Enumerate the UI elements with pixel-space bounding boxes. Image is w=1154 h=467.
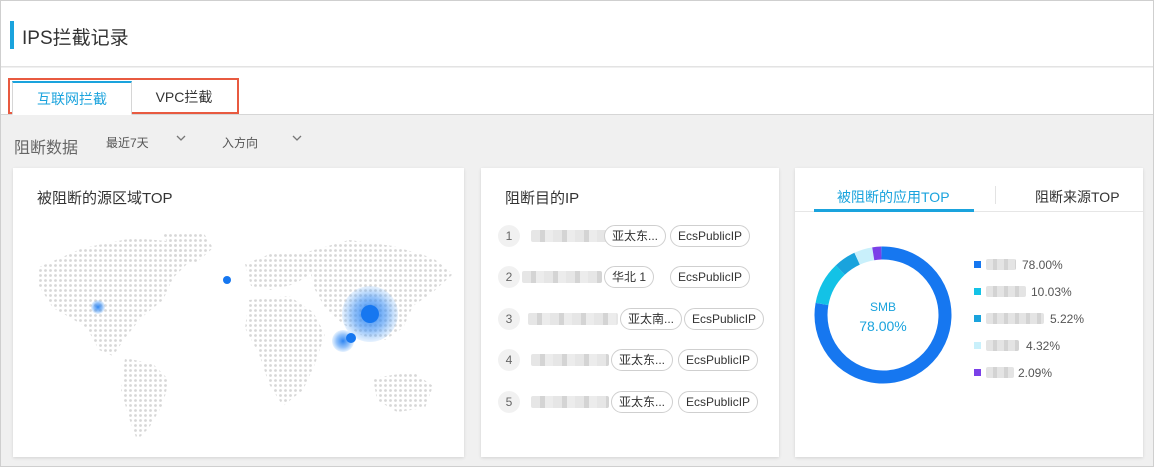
page-title: IPS拦截记录 <box>22 28 129 49</box>
continent-africa <box>245 296 325 406</box>
legend-percent: 5.22% <box>1050 312 1085 326</box>
donut-slice[interactable] <box>815 265 845 306</box>
tab-strip: 互联网拦截 VPC拦截 <box>1 68 1153 115</box>
type-tag: EcsPublicIP <box>670 225 751 247</box>
legend-percent: 2.09% <box>1018 366 1053 380</box>
legend-percent: 4.32% <box>1026 339 1061 353</box>
legend-percent: 78.00% <box>1022 258 1063 272</box>
dest-ip-card: 阻断目的IP 1 亚太东... EcsPublicIP 2 华北 1 EcsPu… <box>481 168 779 457</box>
continent-south-america <box>121 358 169 440</box>
continent-europe <box>245 252 313 290</box>
legend-swatch <box>974 288 981 295</box>
redacted-ip <box>522 271 602 283</box>
redacted-ip <box>528 313 618 325</box>
hotspot-north-america <box>91 300 105 314</box>
donut-center-name: SMB <box>869 300 896 314</box>
redacted-app-name <box>986 259 1016 270</box>
donut-slice[interactable] <box>835 252 861 275</box>
blocked-app-card: 被阻断的应用TOP 阻断来源TOP SMB 78.00% 78.00% 10.0… <box>795 168 1143 457</box>
direction-dropdown[interactable]: 入方向 <box>222 134 302 151</box>
hotspot-southeast-asia-core <box>346 333 356 343</box>
app-frame: IPS拦截记录 互联网拦截 VPC拦截 阻断数据 最近7天 入方向 被阻断的源区… <box>0 0 1154 467</box>
tab-internet-block[interactable]: 互联网拦截 <box>12 81 132 115</box>
type-tag: EcsPublicIP <box>684 308 765 330</box>
active-tab-underline <box>814 209 974 212</box>
redacted-app-name <box>986 286 1026 297</box>
legend-percent: 10.03% <box>1031 285 1072 299</box>
filter-bar: 阻断数据 最近7天 入方向 <box>1 127 1153 157</box>
type-tag: EcsPublicIP <box>678 349 759 371</box>
row-index: 1 <box>498 225 520 247</box>
hotspot-north-atlantic <box>223 276 231 284</box>
time-range-value: 最近7天 <box>106 136 149 150</box>
source-region-card: 被阻断的源区域TOP <box>13 168 464 457</box>
redacted-app-name <box>986 313 1044 324</box>
row-index: 4 <box>498 349 520 371</box>
type-tag: EcsPublicIP <box>670 266 751 288</box>
chevron-down-icon <box>292 135 302 141</box>
continent-north-america <box>37 238 191 356</box>
title-accent-bar <box>10 21 14 49</box>
region-tag: 华北 1 <box>604 266 655 288</box>
region-tag: 亚太东... <box>611 391 674 413</box>
chevron-down-icon <box>176 135 186 141</box>
continent-australia <box>373 372 433 412</box>
legend-swatch <box>974 315 981 322</box>
legend-swatch <box>974 342 981 349</box>
tab-divider <box>995 186 996 204</box>
redacted-app-name <box>986 367 1014 378</box>
filter-label: 阻断数据 <box>14 140 79 157</box>
hotspot-east-asia-core <box>361 305 379 323</box>
redacted-app-name <box>986 340 1019 351</box>
redacted-ip <box>531 230 614 242</box>
redacted-ip <box>531 396 609 408</box>
card-title: 阻断目的IP <box>505 190 580 207</box>
row-index: 5 <box>498 391 520 413</box>
direction-value: 入方向 <box>222 136 259 150</box>
row-index: 2 <box>498 266 520 288</box>
region-tag: 亚太南... <box>620 308 683 330</box>
region-tag: 亚太东... <box>604 225 667 247</box>
redacted-ip <box>531 354 609 366</box>
donut-slice[interactable] <box>872 246 882 261</box>
world-map <box>37 232 453 440</box>
tab-block-sources[interactable]: 阻断来源TOP <box>1035 187 1120 207</box>
time-range-dropdown[interactable]: 最近7天 <box>106 134 186 151</box>
legend-swatch <box>974 261 981 268</box>
app-card-tabs: 被阻断的应用TOP 阻断来源TOP <box>795 168 1143 212</box>
type-tag: EcsPublicIP <box>678 391 759 413</box>
region-tag: 亚太东... <box>611 349 674 371</box>
app-donut-chart <box>814 246 952 384</box>
legend-swatch <box>974 369 981 376</box>
row-index: 3 <box>498 308 520 330</box>
tab-vpc-block[interactable]: VPC拦截 <box>132 81 236 115</box>
donut-center-value: 78.00% <box>859 318 907 334</box>
tab-blocked-apps[interactable]: 被阻断的应用TOP <box>837 187 950 207</box>
page-header: IPS拦截记录 <box>1 1 1153 67</box>
donut-slice[interactable] <box>854 247 875 265</box>
